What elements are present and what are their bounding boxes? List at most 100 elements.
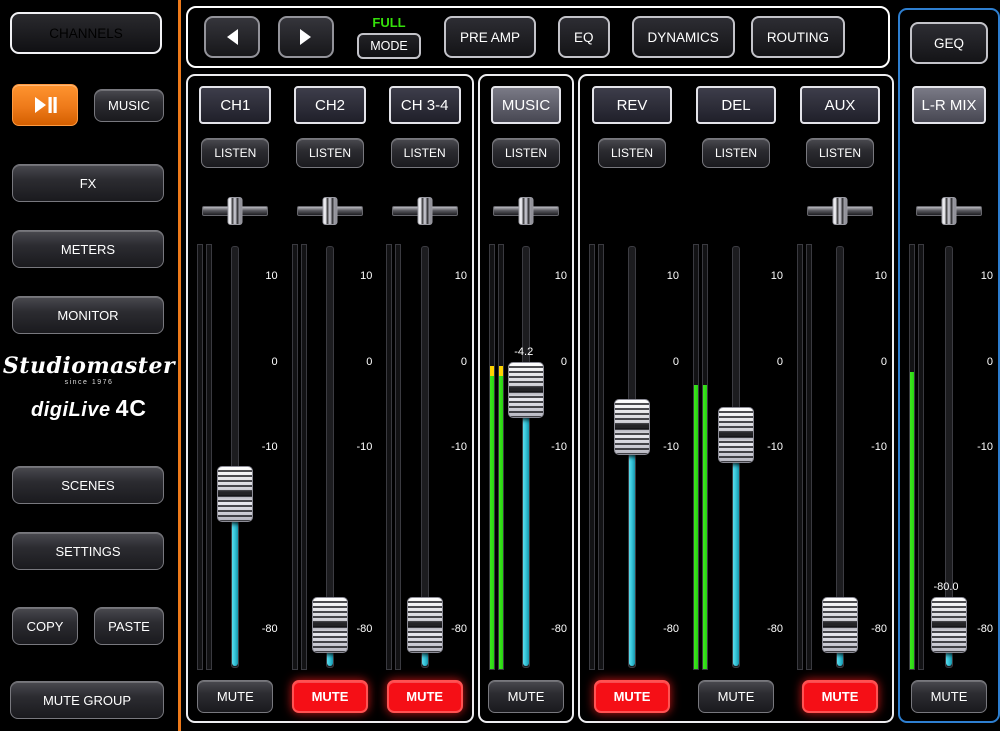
geq-button[interactable]: GEQ — [910, 22, 988, 64]
fader-zone: 100-10-80 — [580, 242, 684, 672]
pan-slider[interactable] — [297, 196, 363, 226]
preamp-button[interactable]: PRE AMP — [444, 16, 536, 58]
meter-peak — [499, 366, 503, 377]
routing-button[interactable]: ROUTING — [751, 16, 845, 58]
channel-group-music: MUSIC LISTEN 100-10-80 -4.2 MUT — [478, 74, 574, 723]
brand-name: Studiomaster — [0, 354, 178, 378]
pan-knob[interactable] — [833, 197, 848, 225]
eq-button[interactable]: EQ — [558, 16, 610, 58]
channel-select-button[interactable]: CH2 — [294, 86, 366, 124]
meter-fill — [694, 385, 698, 669]
listen-button[interactable]: LISTEN — [702, 138, 770, 168]
fader-cap[interactable] — [312, 597, 348, 653]
channel-select-button[interactable]: MUSIC — [491, 86, 561, 124]
brand-tagline: since 1976 — [0, 379, 178, 387]
listen-button[interactable]: LISTEN — [201, 138, 269, 168]
mixer-app: CHANNELS MUSIC FX METERS MONITOR Studiom… — [0, 0, 1000, 731]
fader-zone: 100-10-80 — [188, 242, 283, 672]
scale-tick: 10 — [555, 270, 567, 282]
scale-tick: 0 — [881, 356, 887, 368]
channel-select-button[interactable]: L-R MIX — [912, 86, 986, 124]
mode-block: FULL MODE — [356, 15, 422, 59]
meter-right — [498, 244, 504, 670]
pan-knob[interactable] — [323, 197, 338, 225]
fader-cap[interactable] — [822, 597, 858, 653]
mute-group-button[interactable]: MUTE GROUP — [10, 681, 164, 719]
paste-button[interactable]: PASTE — [94, 607, 164, 645]
fader-zone: 100-10-80 -80.0 — [900, 242, 998, 672]
mute-button[interactable]: MUTE — [698, 680, 774, 713]
pan-slider[interactable] — [202, 196, 268, 226]
fader-track-active — [733, 435, 739, 666]
mute-button[interactable]: MUTE — [911, 680, 987, 713]
channel-strip-del: DEL LISTEN 100-10-80 MUTE — [684, 76, 788, 721]
level-meters — [197, 244, 212, 670]
fader-cap[interactable] — [217, 466, 253, 522]
prev-layer-button[interactable] — [204, 16, 260, 58]
pan-slider[interactable] — [807, 196, 873, 226]
mute-button[interactable]: MUTE — [488, 680, 564, 713]
meter-fill — [703, 385, 707, 669]
listen-button[interactable]: LISTEN — [598, 138, 666, 168]
copy-button[interactable]: COPY — [12, 607, 78, 645]
meter-left — [797, 244, 803, 670]
meter-fill — [910, 372, 914, 669]
channels-button[interactable]: CHANNELS — [10, 12, 162, 54]
fader-cap[interactable] — [931, 597, 967, 653]
pan-slider[interactable] — [493, 196, 559, 226]
pan-slider[interactable] — [392, 196, 458, 226]
fader-zone: 100-10-80 — [684, 242, 788, 672]
sidebar: CHANNELS MUSIC FX METERS MONITOR Studiom… — [0, 0, 178, 731]
meter-left — [386, 244, 392, 670]
mute-button[interactable]: MUTE — [387, 680, 463, 713]
dynamics-button[interactable]: DYNAMICS — [632, 16, 735, 58]
settings-button[interactable]: SETTINGS — [12, 532, 164, 570]
channel-select-button[interactable]: REV — [592, 86, 671, 124]
scale-tick: -10 — [767, 441, 783, 453]
listen-button[interactable]: LISTEN — [391, 138, 459, 168]
pan-knob[interactable] — [942, 197, 957, 225]
mode-button[interactable]: MODE — [357, 33, 421, 59]
pan-knob[interactable] — [228, 197, 243, 225]
mute-button[interactable]: MUTE — [802, 680, 878, 713]
mute-button[interactable]: MUTE — [197, 680, 273, 713]
fader-value: -4.2 — [514, 346, 533, 358]
channel-select-button[interactable]: DEL — [696, 86, 775, 124]
scenes-button[interactable]: SCENES — [12, 466, 164, 504]
pan-slider[interactable] — [916, 196, 982, 226]
scale-tick: -10 — [451, 441, 467, 453]
fader-cap[interactable] — [614, 399, 650, 455]
sidebar-music-button[interactable]: MUSIC — [94, 89, 164, 122]
transport-play-pause-button[interactable] — [12, 84, 78, 126]
right-arrow-icon — [298, 28, 314, 46]
meters-button[interactable]: METERS — [12, 230, 164, 268]
pan-knob[interactable] — [417, 197, 432, 225]
channel-strip-rev: REV LISTEN 100-10-80 MUTE — [580, 76, 684, 721]
fader-cap[interactable] — [508, 362, 544, 418]
scale-tick: -80 — [356, 623, 372, 635]
next-layer-button[interactable] — [278, 16, 334, 58]
channel-select-button[interactable]: AUX — [800, 86, 879, 124]
fader-scale: 100-10-80 — [441, 242, 467, 672]
listen-button[interactable]: LISTEN — [492, 138, 560, 168]
pan-knob[interactable] — [519, 197, 534, 225]
mute-button[interactable]: MUTE — [594, 680, 670, 713]
listen-button[interactable]: LISTEN — [806, 138, 874, 168]
scale-tick: 10 — [455, 270, 467, 282]
fx-button[interactable]: FX — [12, 164, 164, 202]
fader-zone: 100-10-80 — [283, 242, 378, 672]
fader-cap[interactable] — [407, 597, 443, 653]
scale-tick: 10 — [771, 270, 783, 282]
channel-strip-ch1: CH1 LISTEN 100-10-80 MUTE — [188, 76, 283, 721]
meter-left — [909, 244, 915, 670]
fader-cap[interactable] — [718, 407, 754, 463]
mute-button[interactable]: MUTE — [292, 680, 368, 713]
scale-tick: -80 — [767, 623, 783, 635]
channel-select-button[interactable]: CH 3-4 — [389, 86, 461, 124]
channel-select-button[interactable]: CH1 — [199, 86, 271, 124]
scale-tick: 0 — [272, 356, 278, 368]
listen-button[interactable]: LISTEN — [296, 138, 364, 168]
scale-tick: 0 — [673, 356, 679, 368]
fader-value: -80.0 — [933, 581, 958, 593]
monitor-button[interactable]: MONITOR — [12, 296, 164, 334]
